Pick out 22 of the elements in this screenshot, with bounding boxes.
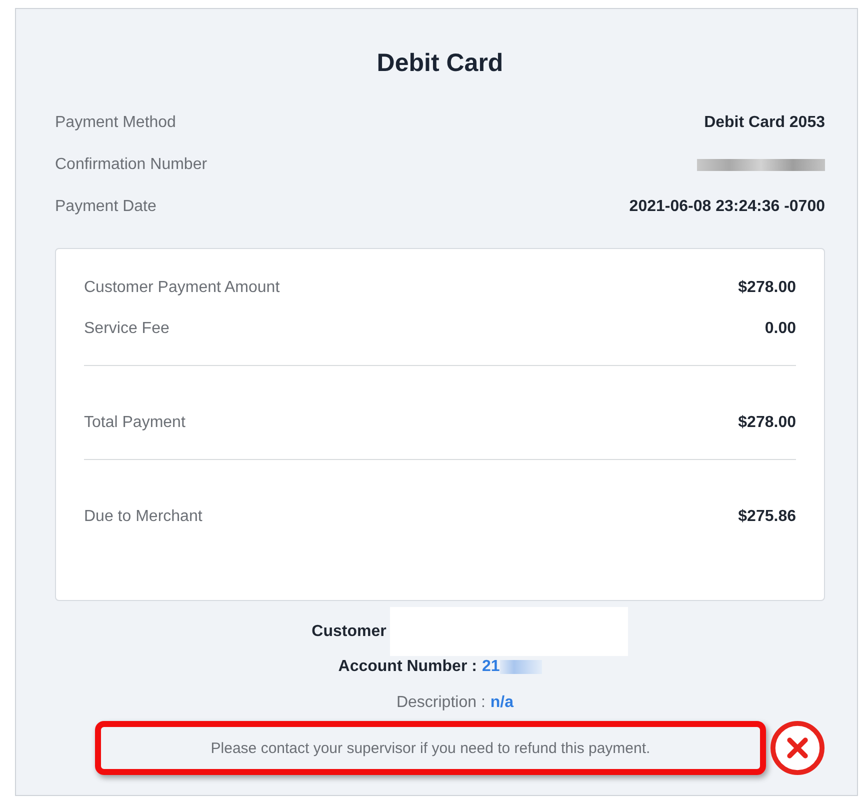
summary-label: Service Fee xyxy=(84,320,170,338)
summary-value: 0.00 xyxy=(764,320,796,338)
detail-value: 2021-06-08 23:24:36 -0700 xyxy=(629,198,825,216)
summary-value: $275.86 xyxy=(738,508,796,526)
description-value: n/a xyxy=(490,694,514,712)
detail-label: Payment Date xyxy=(55,198,156,216)
summary-label: Customer Payment Amount xyxy=(84,278,280,296)
receipt-title: Debit Card xyxy=(376,49,504,78)
summary-value: $278.00 xyxy=(738,278,796,296)
close-icon xyxy=(770,720,825,776)
summary-label: Total Payment xyxy=(84,414,186,432)
account-label: Account Number : xyxy=(338,658,477,676)
account-value: 21 xyxy=(482,658,500,676)
detail-value: Debit Card 2053 xyxy=(704,114,825,132)
redacted-value xyxy=(500,660,542,674)
detail-label: Payment Method xyxy=(55,114,176,132)
detail-label: Confirmation Number xyxy=(55,156,208,174)
customer-label: Customer xyxy=(312,622,386,640)
refund-notice: Please contact your supervisor if you need to refund this payment. xyxy=(95,721,766,775)
summary-label: Due to Merchant xyxy=(84,508,202,526)
summary-value: $278.00 xyxy=(738,414,796,432)
description-label: Description : xyxy=(396,694,486,712)
